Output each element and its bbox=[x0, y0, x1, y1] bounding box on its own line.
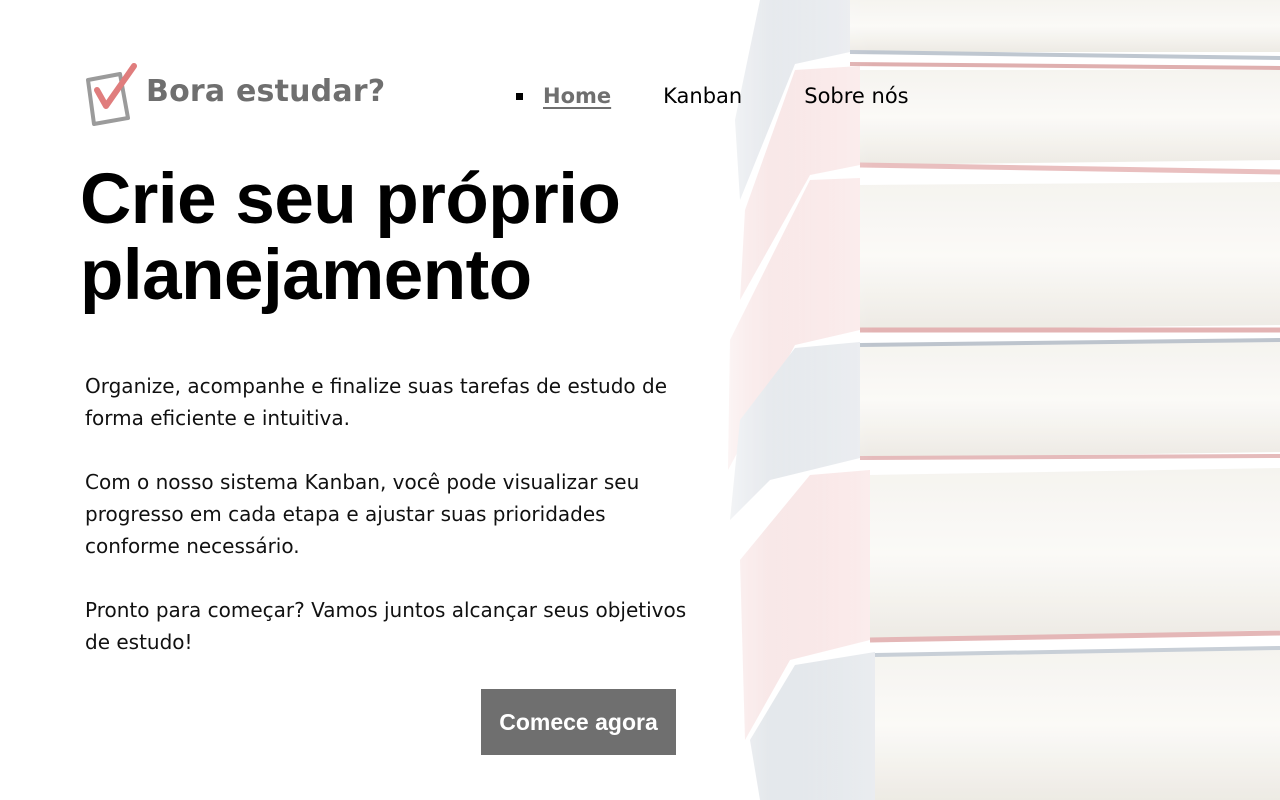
start-now-button[interactable]: Comece agora bbox=[481, 689, 676, 755]
nav-item-home[interactable]: Home bbox=[543, 84, 611, 108]
nav-bullet bbox=[516, 92, 523, 100]
hero-paragraph-1: Organize, acompanhe e finalize suas tare… bbox=[85, 374, 667, 430]
hero-title-line-2: planejamento bbox=[80, 236, 532, 315]
brand-name: Bora estudar? bbox=[146, 73, 386, 109]
hero-description: Organize, acompanhe e finalize suas tare… bbox=[85, 370, 695, 690]
main-nav: Home Kanban Sobre nós bbox=[516, 84, 909, 108]
checkbox-check-icon bbox=[86, 63, 137, 126]
hero-paragraph-3: Pronto para começar? Vamos juntos alcanç… bbox=[85, 598, 687, 654]
nav-item-kanban[interactable]: Kanban bbox=[663, 84, 742, 108]
hero-title: Crie seu próprio planejamento bbox=[80, 162, 720, 314]
brand-logo[interactable]: Bora estudar? bbox=[84, 60, 385, 126]
hero-paragraph-2: Com o nosso sistema Kanban, você pode vi… bbox=[85, 470, 640, 558]
nav-item-sobre-nos[interactable]: Sobre nós bbox=[804, 84, 908, 108]
hero-title-line-1: Crie seu próprio bbox=[80, 160, 621, 239]
books-background-image bbox=[700, 0, 1280, 800]
